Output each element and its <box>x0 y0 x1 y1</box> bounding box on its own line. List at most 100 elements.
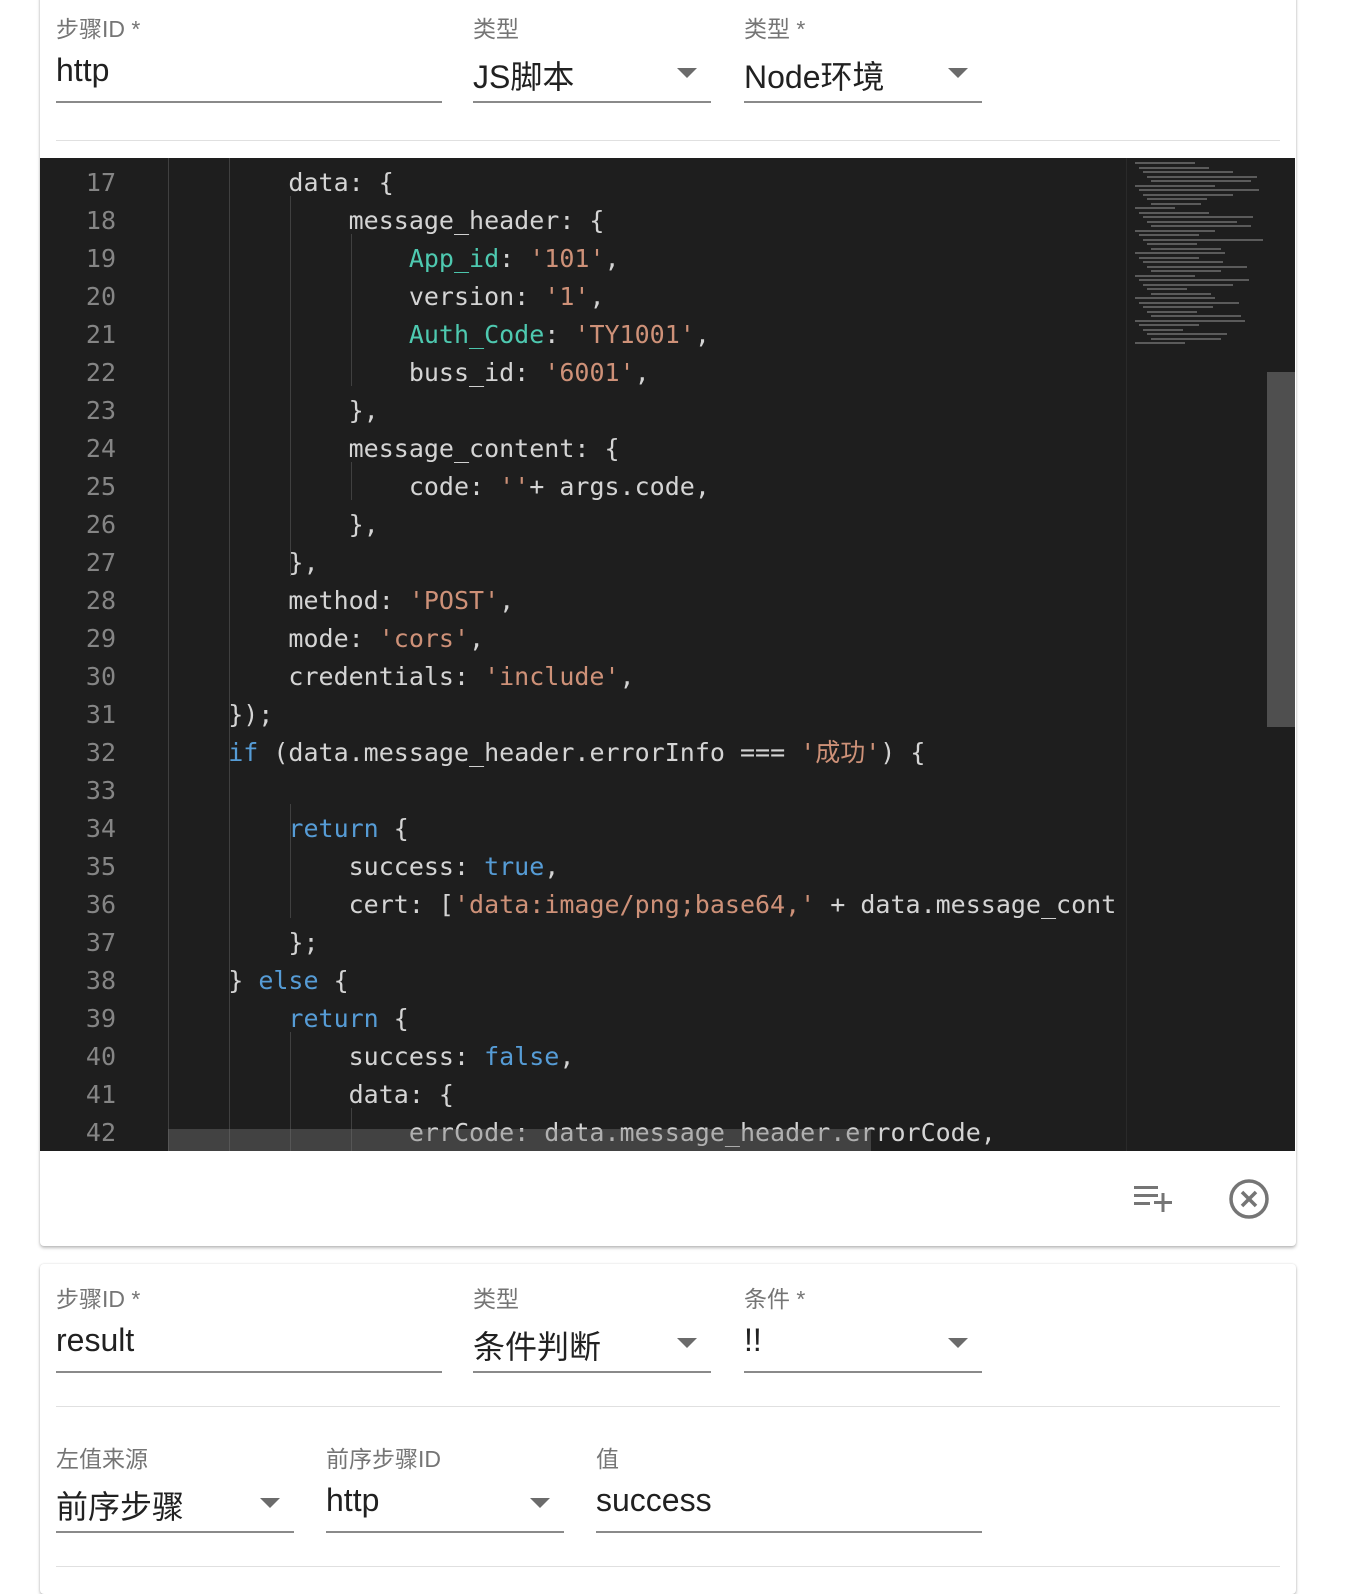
minimap-line <box>1143 238 1263 241</box>
code-token: , <box>559 1042 575 1071</box>
line-number: 41 <box>85 1080 116 1109</box>
step-id-underline <box>56 1371 442 1373</box>
chevron-down-icon[interactable] <box>677 1338 697 1348</box>
code-token: 'include' <box>484 662 620 691</box>
line-number: 29 <box>85 624 116 653</box>
minimap-line <box>1143 216 1253 218</box>
code-editor[interactable]: 17 18 19 20 21 22 23 24 25 26 27 28 29 30 31 32 33 34 35 36… <box>40 158 1295 1151</box>
env-underline <box>744 101 982 103</box>
code-text-area[interactable]: data: { message_header: { App_id: '101',… <box>168 158 1126 1151</box>
code-token: { <box>318 966 349 995</box>
minimap-line <box>1139 324 1199 326</box>
chevron-down-icon[interactable] <box>677 68 697 78</box>
condition-select[interactable]: 条件 * !! <box>744 1274 982 1382</box>
minimap-line <box>1151 315 1241 317</box>
code-line: success: false, <box>168 1038 575 1076</box>
type-select[interactable]: 类型 JS脚本 <box>473 0 711 108</box>
condition-value[interactable]: !! <box>744 1322 762 1359</box>
code-token: , <box>694 320 710 349</box>
chevron-down-icon[interactable] <box>260 1498 280 1508</box>
minimap-line <box>1139 189 1259 191</box>
playlist-add-icon[interactable] <box>1132 1182 1176 1218</box>
code-minimap[interactable] <box>1126 158 1266 1151</box>
close-circle-icon[interactable] <box>1228 1178 1270 1220</box>
env-value[interactable]: Node环境 <box>744 52 885 98</box>
horizontal-scrollbar-thumb[interactable] <box>168 1129 871 1151</box>
step-id-label: 步骤ID * <box>56 1286 141 1312</box>
code-line: version: '1', <box>168 278 605 316</box>
vertical-scrollbar[interactable] <box>1267 158 1295 1151</box>
left-source-select[interactable]: 左值来源 前序步骤 <box>56 1436 294 1544</box>
chevron-down-icon[interactable] <box>530 1498 550 1508</box>
line-number: 32 <box>85 738 116 767</box>
divider <box>56 1406 1280 1407</box>
step-id-field[interactable]: 步骤ID * http <box>56 0 442 108</box>
code-token: 'TY1001' <box>574 320 695 349</box>
code-token: , <box>634 358 650 387</box>
line-number: 36 <box>85 890 116 919</box>
value-label: 值 <box>596 1446 619 1472</box>
chevron-down-icon[interactable] <box>948 68 968 78</box>
minimap-line <box>1135 252 1225 254</box>
code-token: cert: [ <box>168 890 454 919</box>
code-token: , <box>589 282 605 311</box>
step-id-field[interactable]: 步骤ID * result <box>56 1274 442 1382</box>
step-id-input[interactable]: result <box>56 1322 134 1359</box>
code-line: data: { <box>168 164 393 202</box>
minimap-line <box>1143 306 1213 308</box>
line-number: 23 <box>85 396 116 425</box>
line-number: 42 <box>85 1118 116 1147</box>
minimap-line <box>1139 211 1209 214</box>
minimap-line <box>1147 220 1237 223</box>
prev-step-value[interactable]: http <box>326 1482 379 1519</box>
vertical-scrollbar-thumb[interactable] <box>1267 372 1295 727</box>
minimap-line <box>1139 256 1199 259</box>
env-label: 类型 * <box>744 16 806 42</box>
left-source-value[interactable]: 前序步骤 <box>56 1482 184 1528</box>
code-line: if (data.message_header.errorInfo === '成… <box>168 734 925 772</box>
minimap-line <box>1143 328 1183 331</box>
code-token: }, <box>168 548 319 577</box>
code-line: message_header: { <box>168 202 605 240</box>
condition-label: 条件 * <box>744 1286 806 1312</box>
minimap-line <box>1139 234 1199 236</box>
step-card-result: 步骤ID * result 类型 条件判断 条件 * !! 左值来源 前序步骤 … <box>40 1264 1296 1594</box>
type-value[interactable]: 条件判断 <box>473 1322 601 1368</box>
code-token: method: <box>168 586 409 615</box>
code-token: : <box>499 244 530 273</box>
step-card-http: 步骤ID * http 类型 JS脚本 类型 * Node环境 17 18 19 20… <box>40 0 1296 1246</box>
minimap-line <box>1151 225 1251 227</box>
line-number: 40 <box>85 1042 116 1071</box>
line-number: 20 <box>85 282 116 311</box>
code-line: method: 'POST', <box>168 582 514 620</box>
code-token: return <box>288 814 379 843</box>
prev-step-underline <box>326 1531 564 1533</box>
line-number: 28 <box>85 586 116 615</box>
code-token: , <box>544 852 560 881</box>
chevron-down-icon[interactable] <box>948 1338 968 1348</box>
code-line: success: true, <box>168 848 560 886</box>
code-token: '1' <box>544 282 590 311</box>
minimap-line <box>1147 243 1197 245</box>
code-token: + args.code, <box>529 472 710 501</box>
value-input[interactable]: success <box>596 1482 712 1519</box>
code-line: }; <box>168 924 318 962</box>
minimap-line <box>1151 270 1221 272</box>
minimap-line <box>1135 274 1195 277</box>
type-label: 类型 <box>473 16 519 42</box>
minimap-line <box>1143 193 1233 196</box>
code-token: false <box>484 1042 560 1071</box>
type-value[interactable]: JS脚本 <box>473 52 574 98</box>
prev-step-select[interactable]: 前序步骤ID http <box>326 1436 564 1544</box>
type-select[interactable]: 类型 条件判断 <box>473 1274 711 1382</box>
minimap-line <box>1139 166 1209 169</box>
code-token: buss_id: <box>168 358 545 387</box>
code-token: , <box>499 586 515 615</box>
code-token: 'cors' <box>378 624 470 653</box>
code-token: }, <box>168 396 379 425</box>
code-token: (data.message_header.errorInfo === <box>258 738 801 767</box>
code-token: true <box>484 852 545 881</box>
step-id-input[interactable]: http <box>56 52 109 89</box>
env-select[interactable]: 类型 * Node环境 <box>744 0 982 108</box>
value-field[interactable]: 值 success <box>596 1436 982 1544</box>
